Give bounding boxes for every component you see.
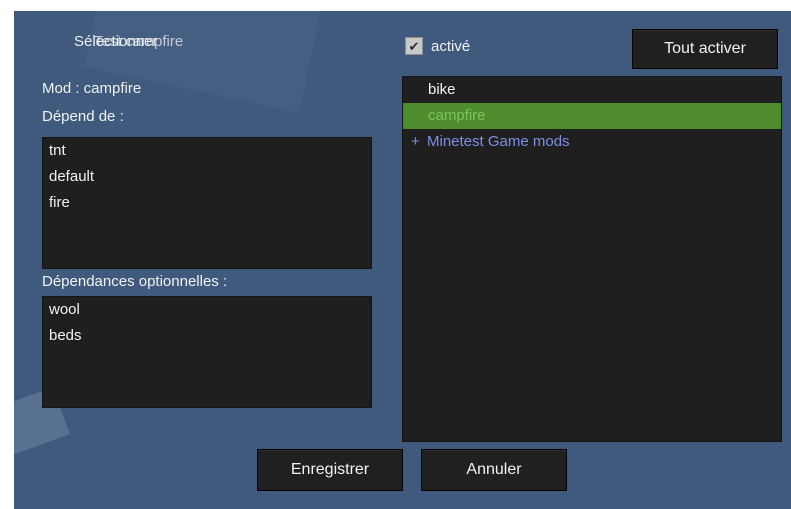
- enable-all-button[interactable]: Tout activer: [632, 29, 778, 69]
- optional-depends-label: Dépendances optionnelles :: [42, 273, 228, 290]
- optional-depends-list[interactable]: wool beds: [42, 296, 372, 408]
- enabled-toggle[interactable]: ✔ activé: [405, 37, 470, 55]
- dialog: Sélectionner Test campfire ✔ activé Tout…: [14, 11, 791, 509]
- list-item[interactable]: beds: [43, 323, 371, 349]
- mod-list-item-campfire[interactable]: campfire: [403, 103, 781, 129]
- depends-list[interactable]: tnt default fire: [42, 137, 372, 269]
- dialog-title: Sélectionner Test campfire: [74, 33, 183, 50]
- depends-label: Dépend de :: [42, 108, 124, 125]
- list-item[interactable]: tnt: [43, 138, 371, 164]
- list-item[interactable]: wool: [43, 297, 371, 323]
- cancel-button[interactable]: Annuler: [421, 449, 567, 491]
- background-shape: [83, 11, 325, 113]
- enabled-label: activé: [431, 37, 471, 55]
- modpack-label: Minetest Game mods: [427, 133, 570, 150]
- mod-list[interactable]: bike campfire + Minetest Game mods: [402, 76, 782, 442]
- expand-icon[interactable]: +: [411, 129, 427, 155]
- list-item[interactable]: default: [43, 164, 371, 190]
- save-button[interactable]: Enregistrer: [257, 449, 403, 491]
- check-icon: ✔: [408, 38, 420, 54]
- enabled-checkbox[interactable]: ✔: [405, 37, 423, 55]
- mod-name-label: Mod : campfire: [42, 80, 142, 97]
- title-overlay: Test campfire: [94, 33, 184, 50]
- mod-list-item-bike[interactable]: bike: [403, 77, 781, 103]
- mod-list-item-modpack[interactable]: + Minetest Game mods: [403, 129, 781, 155]
- list-item[interactable]: fire: [43, 190, 371, 216]
